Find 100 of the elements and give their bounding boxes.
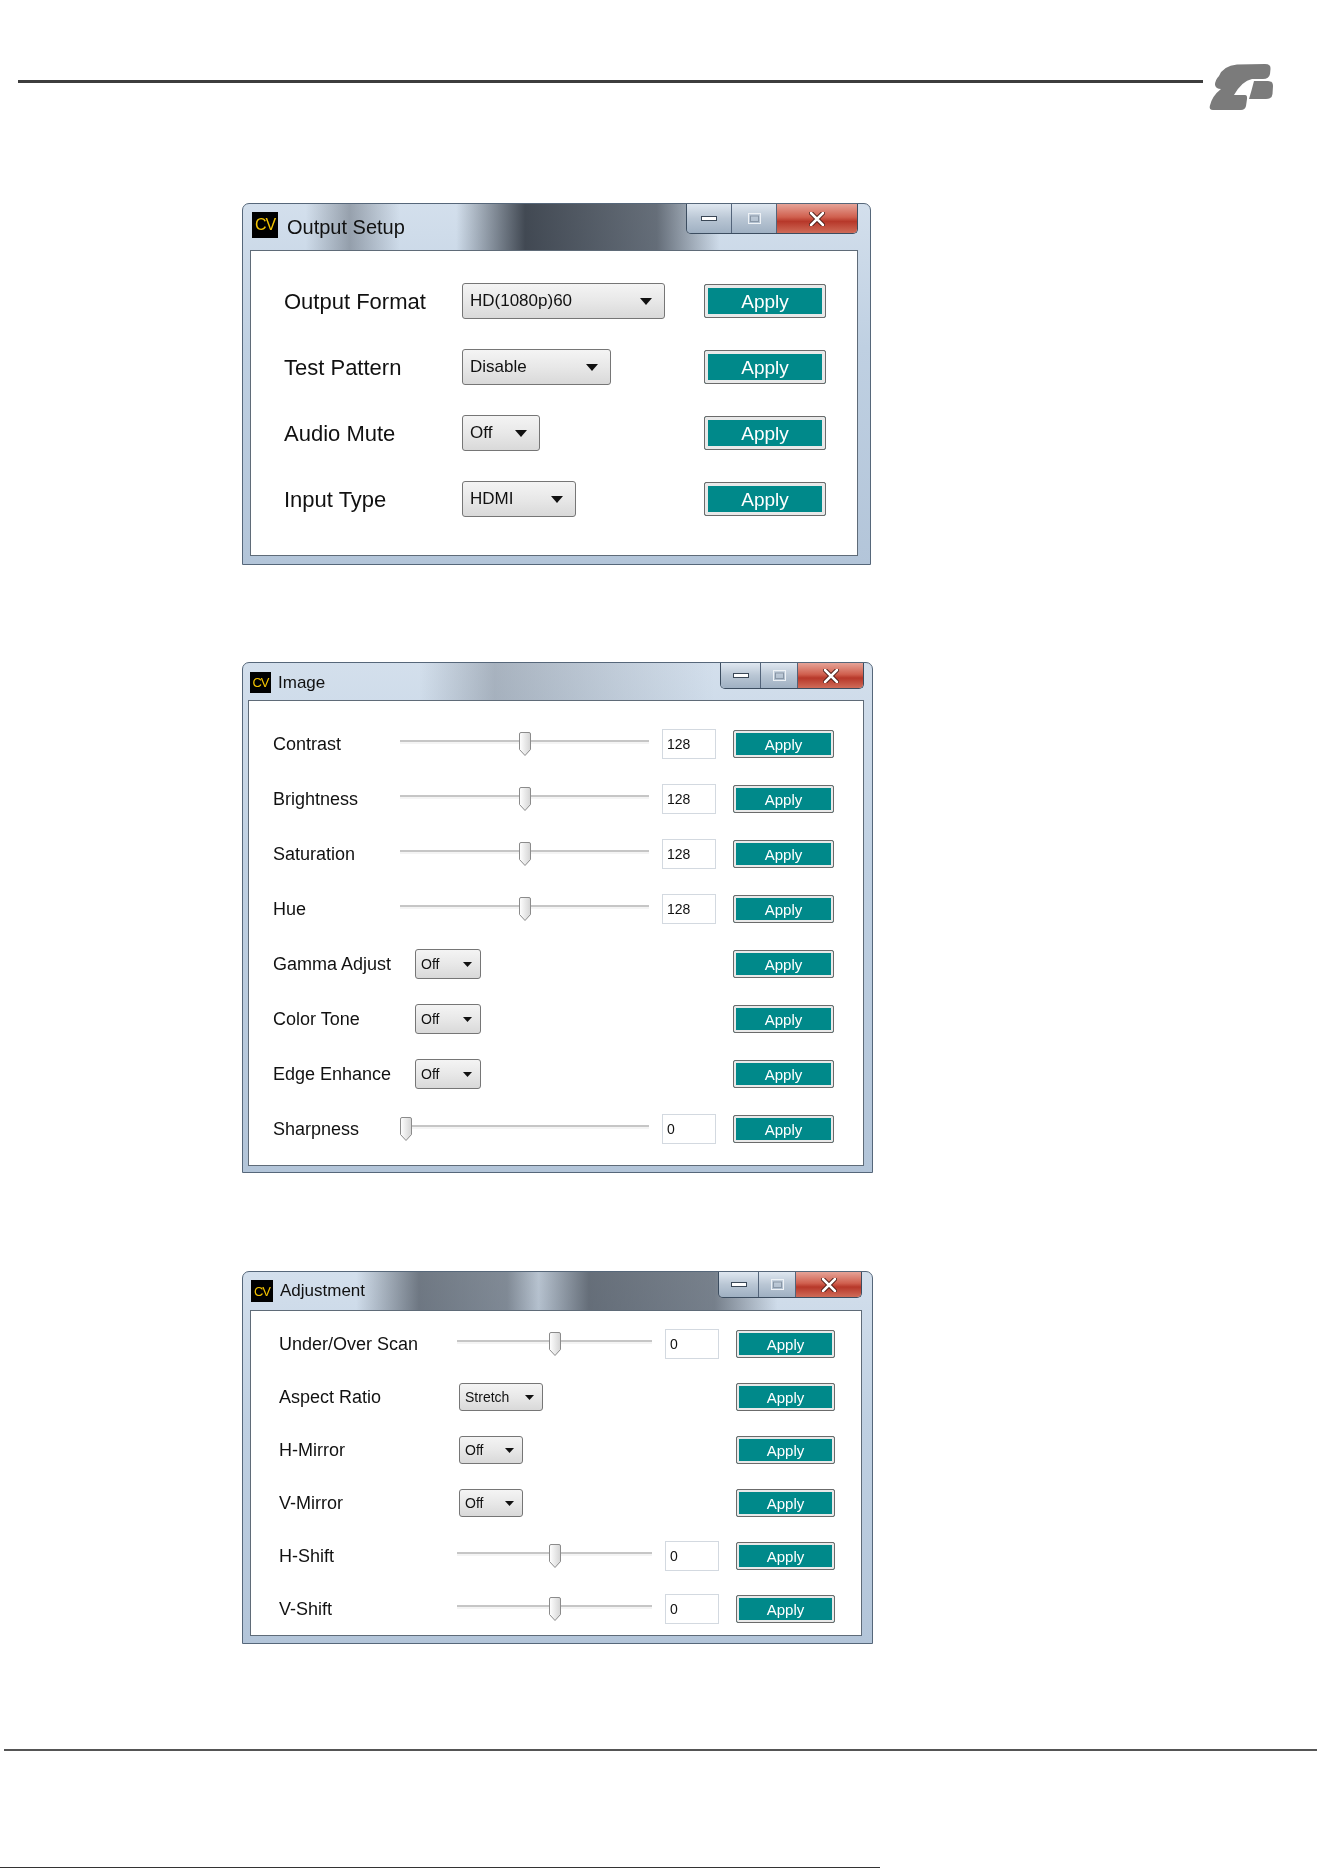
slider-thumb[interactable] <box>548 1544 561 1568</box>
dropdown[interactable]: Off <box>415 949 481 979</box>
dropdown[interactable]: Off <box>415 1004 481 1034</box>
apply-button[interactable]: Apply <box>733 730 834 758</box>
setting-label: Contrast <box>273 732 343 756</box>
apply-button[interactable]: Apply <box>704 482 826 516</box>
slider-thumb[interactable] <box>548 1597 561 1621</box>
caret-down-icon <box>463 1071 472 1077</box>
slider-thumb[interactable] <box>518 732 531 756</box>
value-field[interactable]: 0 <box>662 1114 716 1144</box>
caret-down-icon <box>505 1447 514 1453</box>
apply-button[interactable]: Apply <box>736 1595 835 1623</box>
dropdown[interactable]: Stretch <box>459 1383 543 1411</box>
maximize-button[interactable] <box>761 663 798 688</box>
apply-button[interactable]: Apply <box>736 1489 835 1517</box>
close-icon <box>820 1277 837 1292</box>
maximize-icon <box>747 213 761 224</box>
close-icon <box>822 668 839 683</box>
maximize-icon <box>772 670 786 681</box>
minimize-icon <box>730 1282 747 1287</box>
setting-label: Aspect Ratio <box>279 1385 383 1409</box>
slider-thumb[interactable] <box>518 787 531 811</box>
caret-down-icon <box>505 1500 514 1506</box>
apply-button[interactable]: Apply <box>736 1383 835 1411</box>
value-field[interactable]: 128 <box>662 894 716 924</box>
dropdown[interactable]: Off <box>459 1436 523 1464</box>
setting-label: Edge Enhance <box>273 1062 393 1086</box>
slider-thumb[interactable] <box>400 1117 412 1141</box>
apply-button[interactable]: Apply <box>736 1436 835 1464</box>
value-field[interactable]: 0 <box>665 1594 719 1624</box>
setting-label: Under/Over Scan <box>279 1332 420 1356</box>
value-field[interactable]: 128 <box>662 839 716 869</box>
caret-down-icon <box>640 297 652 305</box>
setting-label: Color Tone <box>273 1007 361 1031</box>
slider-track[interactable] <box>457 1597 652 1621</box>
close-button[interactable] <box>798 663 863 688</box>
dropdown[interactable]: Off <box>462 415 540 451</box>
caret-down-icon <box>463 1016 472 1022</box>
setting-label: Output Format <box>284 287 427 316</box>
value-field[interactable]: 128 <box>662 784 716 814</box>
setting-label: Sharpness <box>273 1117 361 1141</box>
dropdown[interactable]: HD(1080p)60 <box>462 283 665 319</box>
setting-label: Saturation <box>273 842 357 866</box>
dropdown[interactable]: Off <box>459 1489 523 1517</box>
slider-track[interactable] <box>400 787 649 811</box>
caret-down-icon <box>463 961 472 967</box>
window-title: Output Setup <box>287 215 405 240</box>
apply-button[interactable]: Apply <box>733 785 834 813</box>
apply-button[interactable]: Apply <box>733 1115 834 1143</box>
dropdown[interactable]: Disable <box>462 349 611 385</box>
app-logo: CV <box>251 1280 273 1302</box>
logo-icon <box>1209 63 1273 110</box>
value-field[interactable]: 128 <box>662 729 716 759</box>
maximize-button[interactable] <box>732 204 777 233</box>
apply-button[interactable]: Apply <box>733 895 834 923</box>
slider-track[interactable] <box>400 842 649 866</box>
setting-label: Hue <box>273 897 308 921</box>
window-title: Image <box>278 672 326 694</box>
apply-button[interactable]: Apply <box>704 416 826 450</box>
slider-track[interactable] <box>400 1117 649 1141</box>
slider-track[interactable] <box>400 732 649 756</box>
close-button[interactable] <box>777 204 857 233</box>
apply-button[interactable]: Apply <box>704 350 826 384</box>
minimize-button[interactable] <box>721 663 761 688</box>
minimize-icon <box>701 216 717 221</box>
minimize-icon <box>732 673 749 678</box>
dropdown[interactable]: Off <box>415 1059 481 1089</box>
app-logo: CV <box>250 672 271 693</box>
apply-button[interactable]: Apply <box>704 284 826 318</box>
apply-button[interactable]: Apply <box>733 1060 834 1088</box>
apply-button[interactable]: Apply <box>733 840 834 868</box>
caret-down-icon <box>551 495 563 503</box>
caret-down-icon <box>515 429 527 437</box>
slider-track[interactable] <box>457 1332 652 1356</box>
apply-button[interactable]: Apply <box>736 1330 835 1358</box>
setting-label: H-Shift <box>279 1544 335 1568</box>
minimize-button[interactable] <box>719 1272 759 1297</box>
caret-down-icon <box>525 1394 534 1400</box>
minimize-button[interactable] <box>687 204 732 233</box>
value-field[interactable]: 0 <box>665 1541 719 1571</box>
setting-label: H-Mirror <box>279 1438 346 1462</box>
apply-button[interactable]: Apply <box>733 950 834 978</box>
close-icon <box>809 211 825 226</box>
window-title: Adjustment <box>280 1280 366 1302</box>
slider-track[interactable] <box>400 897 649 921</box>
setting-label: Test Pattern <box>284 353 403 382</box>
close-button[interactable] <box>796 1272 861 1297</box>
slider-track[interactable] <box>457 1544 652 1568</box>
slider-thumb[interactable] <box>548 1332 561 1356</box>
slider-thumb[interactable] <box>518 842 531 866</box>
caret-down-icon <box>586 363 598 371</box>
apply-button[interactable]: Apply <box>733 1005 834 1033</box>
slider-thumb[interactable] <box>518 897 531 921</box>
dropdown[interactable]: HDMI <box>462 481 576 517</box>
maximize-button[interactable] <box>759 1272 796 1297</box>
apply-button[interactable]: Apply <box>736 1542 835 1570</box>
setting-label: V-Mirror <box>279 1491 344 1515</box>
value-field[interactable]: 0 <box>665 1329 719 1359</box>
setting-label: Brightness <box>273 787 360 811</box>
app-logo: CV <box>252 212 278 238</box>
